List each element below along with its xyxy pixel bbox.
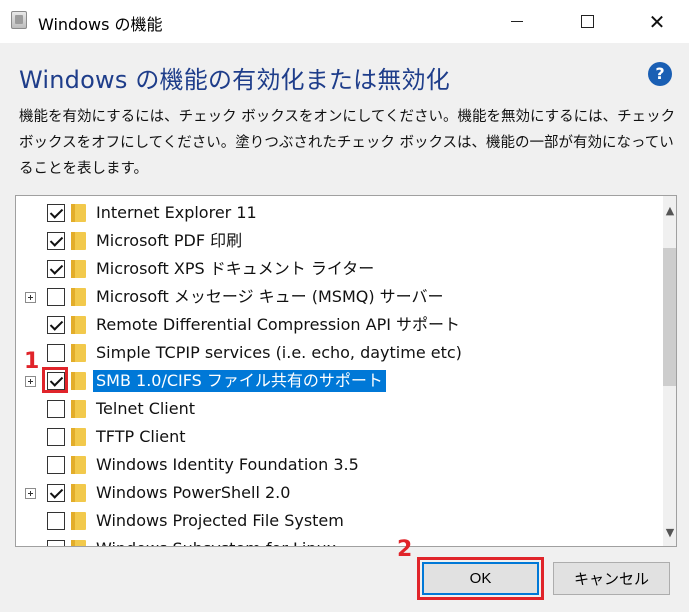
feature-label: Internet Explorer 11	[96, 203, 257, 222]
maximize-icon	[580, 15, 594, 28]
ok-button[interactable]: OK	[422, 562, 539, 595]
feature-label: Microsoft メッセージ キュー (MSMQ) サーバー	[96, 287, 444, 306]
feature-row[interactable]: Windows PowerShell 2.0	[16, 479, 646, 507]
feature-checkbox[interactable]	[47, 260, 65, 278]
cancel-button[interactable]: キャンセル	[553, 562, 670, 595]
close-button[interactable]: ✕	[634, 0, 680, 43]
help-icon[interactable]: ?	[648, 62, 672, 86]
feature-checkbox[interactable]	[47, 204, 65, 222]
expand-icon[interactable]	[25, 376, 36, 387]
feature-label: Simple TCPIP services (i.e. echo, daytim…	[96, 343, 462, 362]
feature-checkbox[interactable]	[47, 540, 65, 546]
folder-icon	[71, 260, 86, 278]
folder-icon	[71, 288, 86, 306]
close-icon: ✕	[648, 9, 666, 34]
folder-icon	[71, 204, 86, 222]
feature-label: Remote Differential Compression API サポート	[96, 315, 461, 334]
folder-icon	[71, 512, 86, 530]
folder-icon	[71, 232, 86, 250]
description: 機能を有効にするには、チェック ボックスをオンにしてください。機能を無効にするに…	[19, 104, 679, 182]
feature-label: Windows Projected File System	[96, 511, 344, 530]
folder-icon	[71, 540, 86, 546]
app-icon	[11, 11, 27, 29]
features-tree[interactable]: Internet Explorer 11 Microsoft PDF 印刷 Micr…	[15, 195, 677, 547]
vertical-scrollbar[interactable]: ▲ ▼	[663, 196, 676, 546]
expand-icon[interactable]	[25, 488, 36, 499]
feature-label: Microsoft XPS ドキュメント ライター	[96, 259, 375, 278]
scroll-up-icon[interactable]: ▲	[663, 202, 676, 220]
feature-checkbox[interactable]	[47, 232, 65, 250]
scroll-down-icon[interactable]: ▼	[663, 524, 676, 542]
page-heading: Windows の機能の有効化または無効化	[19, 66, 450, 94]
feature-label: TFTP Client	[96, 427, 186, 446]
feature-checkbox[interactable]	[47, 344, 65, 362]
feature-checkbox[interactable]	[47, 484, 65, 502]
feature-row[interactable]: Windows Subsystem for Linux	[16, 535, 646, 546]
feature-row[interactable]: Microsoft PDF 印刷	[16, 227, 646, 255]
annotation-step-1: 1	[24, 349, 40, 374]
folder-icon	[71, 456, 86, 474]
feature-label: SMB 1.0/CIFS ファイル共有のサポート	[93, 370, 386, 392]
description-line: 機能を有効にするには、チェック ボックスをオンにしてください。機能を無効にするに…	[19, 109, 676, 125]
feature-row[interactable]: Microsoft XPS ドキュメント ライター	[16, 255, 646, 283]
title-bar: Windows の機能 ✕	[0, 0, 689, 43]
minimize-button[interactable]	[494, 0, 540, 43]
feature-checkbox[interactable]	[47, 400, 65, 418]
feature-row[interactable]: Microsoft メッセージ キュー (MSMQ) サーバー	[16, 283, 646, 311]
feature-list: Internet Explorer 11 Microsoft PDF 印刷 Micr…	[16, 199, 646, 546]
feature-row[interactable]: Windows Projected File System	[16, 507, 646, 535]
feature-label: Windows Identity Foundation 3.5	[96, 455, 359, 474]
minimize-icon	[511, 21, 523, 22]
description-line: ボックスをオフにしてください。塗りつぶされたチェック ボックスは、機能の一部が有…	[19, 135, 674, 151]
feature-label: Windows Subsystem for Linux	[93, 538, 339, 546]
feature-label: Microsoft PDF 印刷	[96, 231, 243, 250]
maximize-button[interactable]	[564, 0, 610, 43]
feature-row[interactable]: Windows Identity Foundation 3.5	[16, 451, 646, 479]
description-line: ることを表します。	[19, 161, 149, 177]
folder-icon	[71, 316, 86, 334]
annotation-step-2: 2	[397, 537, 413, 562]
feature-checkbox[interactable]	[47, 316, 65, 334]
feature-row[interactable]: Remote Differential Compression API サポート	[16, 311, 646, 339]
folder-icon	[71, 428, 86, 446]
feature-label: Telnet Client	[96, 399, 196, 418]
expand-icon[interactable]	[25, 292, 36, 303]
folder-icon	[71, 400, 86, 418]
feature-checkbox[interactable]	[47, 428, 65, 446]
feature-checkbox[interactable]	[47, 288, 65, 306]
feature-row[interactable]: Internet Explorer 11	[16, 199, 646, 227]
feature-row[interactable]: Simple TCPIP services (i.e. echo, daytim…	[16, 339, 646, 367]
folder-icon	[71, 344, 86, 362]
folder-icon	[71, 372, 86, 390]
folder-icon	[71, 484, 86, 502]
feature-row[interactable]: SMB 1.0/CIFS ファイル共有のサポート	[16, 367, 646, 395]
scroll-thumb[interactable]	[663, 248, 676, 386]
feature-row[interactable]: TFTP Client	[16, 423, 646, 451]
feature-row[interactable]: Telnet Client	[16, 395, 646, 423]
feature-checkbox[interactable]	[47, 372, 65, 390]
window-title: Windows の機能	[38, 15, 163, 34]
feature-label: Windows PowerShell 2.0	[96, 483, 291, 502]
feature-checkbox[interactable]	[47, 512, 65, 530]
feature-checkbox[interactable]	[47, 456, 65, 474]
